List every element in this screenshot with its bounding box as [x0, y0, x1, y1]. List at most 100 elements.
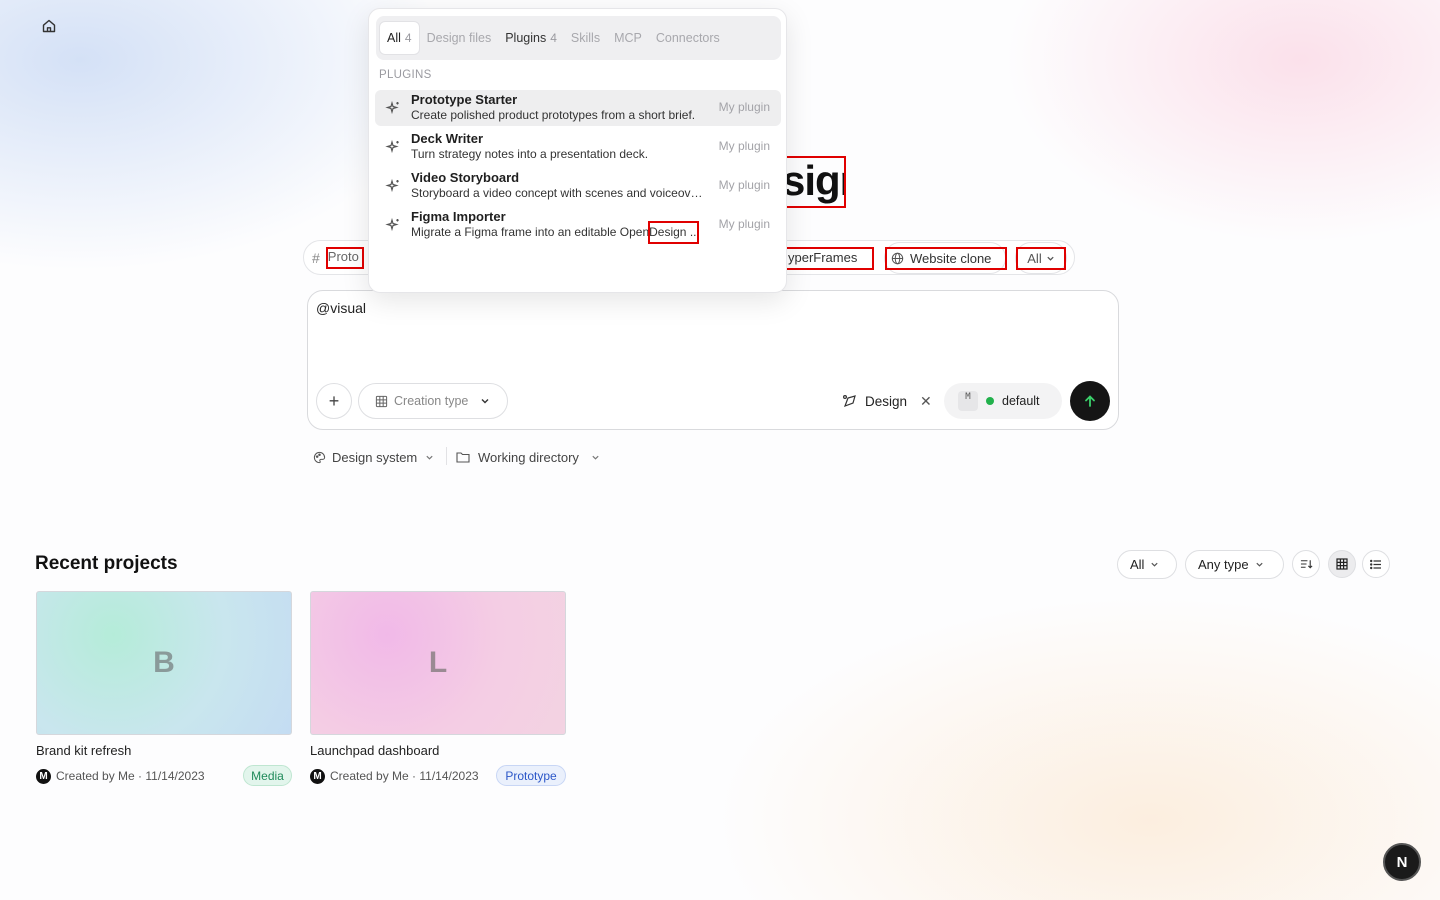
- sparkle-icon: [385, 217, 399, 232]
- tab-design-files[interactable]: Design files: [420, 21, 499, 55]
- plugin-tag: My plugin: [718, 139, 770, 153]
- plugin-name: Prototype Starter: [411, 92, 518, 107]
- design-icon: [843, 394, 856, 408]
- design-system-dropdown[interactable]: Design system: [313, 447, 434, 467]
- hero-title: sign: [782, 156, 846, 208]
- tab-count: 4: [550, 31, 557, 45]
- prompt-input-text[interactable]: @visual: [316, 300, 366, 316]
- prototype-chip-label: Proto: [325, 247, 364, 269]
- divider: [446, 447, 447, 465]
- plus-icon: +: [328, 390, 340, 411]
- creation-type-label: Creation type: [394, 394, 469, 408]
- project-meta-text: Created by Me · 11/14/2023: [56, 769, 205, 783]
- tab-label: Design files: [426, 31, 492, 45]
- dev-tools-button[interactable]: N: [1383, 843, 1421, 881]
- list-view-button[interactable]: [1362, 550, 1390, 578]
- tab-all[interactable]: All 4: [379, 21, 420, 55]
- tab-connectors[interactable]: Connectors: [649, 21, 727, 55]
- hyperframes-chip[interactable]: yperFrames: [782, 247, 874, 270]
- creation-type-dropdown[interactable]: Creation type: [358, 383, 508, 419]
- tab-mcp[interactable]: MCP: [607, 21, 649, 55]
- all-templates-dropdown[interactable]: All: [1015, 242, 1067, 274]
- design-system-label: Design system: [332, 449, 418, 465]
- sparkle-icon: [385, 139, 399, 154]
- chevron-down-icon: [481, 399, 489, 404]
- plugin-description: Create polished product prototypes from …: [411, 108, 696, 122]
- tab-label: Skills: [570, 31, 601, 45]
- project-initial: L: [428, 646, 448, 679]
- model-label: default: [1002, 394, 1040, 408]
- sort-icon: [1300, 560, 1312, 569]
- palette-icon: [313, 451, 326, 463]
- plugin-item-figma-importer[interactable]: Figma Importer Migrate a Figma frame int…: [375, 207, 781, 243]
- section-title: Recent projects: [35, 553, 178, 574]
- hash-icon: #: [312, 250, 320, 266]
- working-directory-label: Working directory: [478, 449, 579, 465]
- home-icon: [42, 19, 56, 33]
- plugin-description: Turn strategy notes into a presentation …: [411, 147, 649, 161]
- avatar: M: [310, 768, 325, 784]
- sparkle-icon: [385, 100, 399, 115]
- filter-label: All: [1130, 557, 1145, 572]
- plugin-description: Storyboard a video concept with scenes a…: [411, 186, 703, 200]
- grid-view-button[interactable]: [1328, 550, 1356, 578]
- plugin-name: Figma Importer: [411, 209, 506, 224]
- model-selector[interactable]: M default: [944, 383, 1062, 419]
- project-name[interactable]: Launchpad dashboard: [310, 743, 439, 758]
- mention-popover: All 4 Design files Plugins 4 Skills MCP …: [368, 8, 787, 293]
- arrow-up-icon: [1085, 395, 1095, 407]
- plugin-item-video-storyboard[interactable]: Video Storyboard Storyboard a video conc…: [375, 168, 781, 204]
- add-attachment-button[interactable]: +: [316, 383, 352, 419]
- plugin-tag: My plugin: [718, 100, 770, 114]
- design-tag-label: Design: [865, 393, 908, 409]
- plugin-tag: My plugin: [718, 217, 770, 231]
- status-dot: [986, 397, 994, 405]
- type-badge: Prototype: [496, 765, 566, 786]
- popover-tabs: All 4 Design files Plugins 4 Skills MCP …: [376, 16, 781, 60]
- design-mode-tag: Design ✕: [842, 390, 932, 412]
- list-icon: [1370, 559, 1381, 569]
- tab-label: MCP: [614, 31, 642, 45]
- chevron-down-icon: [1151, 562, 1159, 567]
- filter-label: Any type: [1198, 557, 1249, 572]
- model-avatar: M: [958, 391, 978, 411]
- project-card-thumbnail[interactable]: L: [310, 591, 566, 735]
- tab-count: 4: [404, 31, 412, 45]
- project-meta: M Created by Me · 11/14/2023: [36, 767, 205, 785]
- grid-icon: [1336, 558, 1348, 570]
- section-label: PLUGINS: [379, 69, 432, 81]
- avatar: M: [36, 768, 51, 784]
- chevron-down-icon: [426, 455, 433, 460]
- tab-label: Connectors: [655, 31, 720, 45]
- project-card-thumbnail[interactable]: B: [36, 591, 292, 735]
- grid-icon: [375, 395, 388, 407]
- prototype-chip[interactable]: # Proto: [312, 247, 364, 269]
- plugin-name: Deck Writer: [411, 131, 484, 146]
- tab-plugins[interactable]: Plugins 4: [498, 21, 564, 55]
- tab-label: Plugins: [505, 31, 547, 45]
- project-name[interactable]: Brand kit refresh: [36, 743, 131, 758]
- all-dropdown-highlight: [1016, 247, 1066, 270]
- owner-filter-dropdown[interactable]: All: [1117, 550, 1177, 579]
- project-meta-text: Created by Me · 11/14/2023: [330, 769, 479, 783]
- plugin-name: Video Storyboard: [411, 170, 520, 185]
- tab-label: All: [387, 31, 401, 45]
- description-highlight: [648, 221, 699, 244]
- chevron-down-icon: [592, 455, 599, 460]
- project-initial: B: [153, 646, 175, 679]
- close-icon[interactable]: ✕: [920, 393, 932, 410]
- sparkle-icon: [385, 178, 399, 193]
- chevron-down-icon: [1255, 562, 1263, 567]
- folder-icon: [456, 452, 470, 463]
- sort-button[interactable]: [1292, 550, 1320, 578]
- home-button[interactable]: [38, 15, 60, 37]
- website-clone-chip[interactable]: Website clone: [884, 242, 1007, 274]
- tab-skills[interactable]: Skills: [564, 21, 607, 55]
- plugin-tag: My plugin: [718, 178, 770, 192]
- working-directory-dropdown[interactable]: Working directory: [456, 447, 600, 467]
- plugin-item-prototype-starter[interactable]: Prototype Starter Create polished produc…: [375, 90, 781, 126]
- send-button[interactable]: [1070, 381, 1110, 421]
- plugin-item-deck-writer[interactable]: Deck Writer Turn strategy notes into a p…: [375, 129, 781, 165]
- type-filter-dropdown[interactable]: Any type: [1185, 550, 1284, 579]
- project-meta: M Created by Me · 11/14/2023: [310, 767, 479, 785]
